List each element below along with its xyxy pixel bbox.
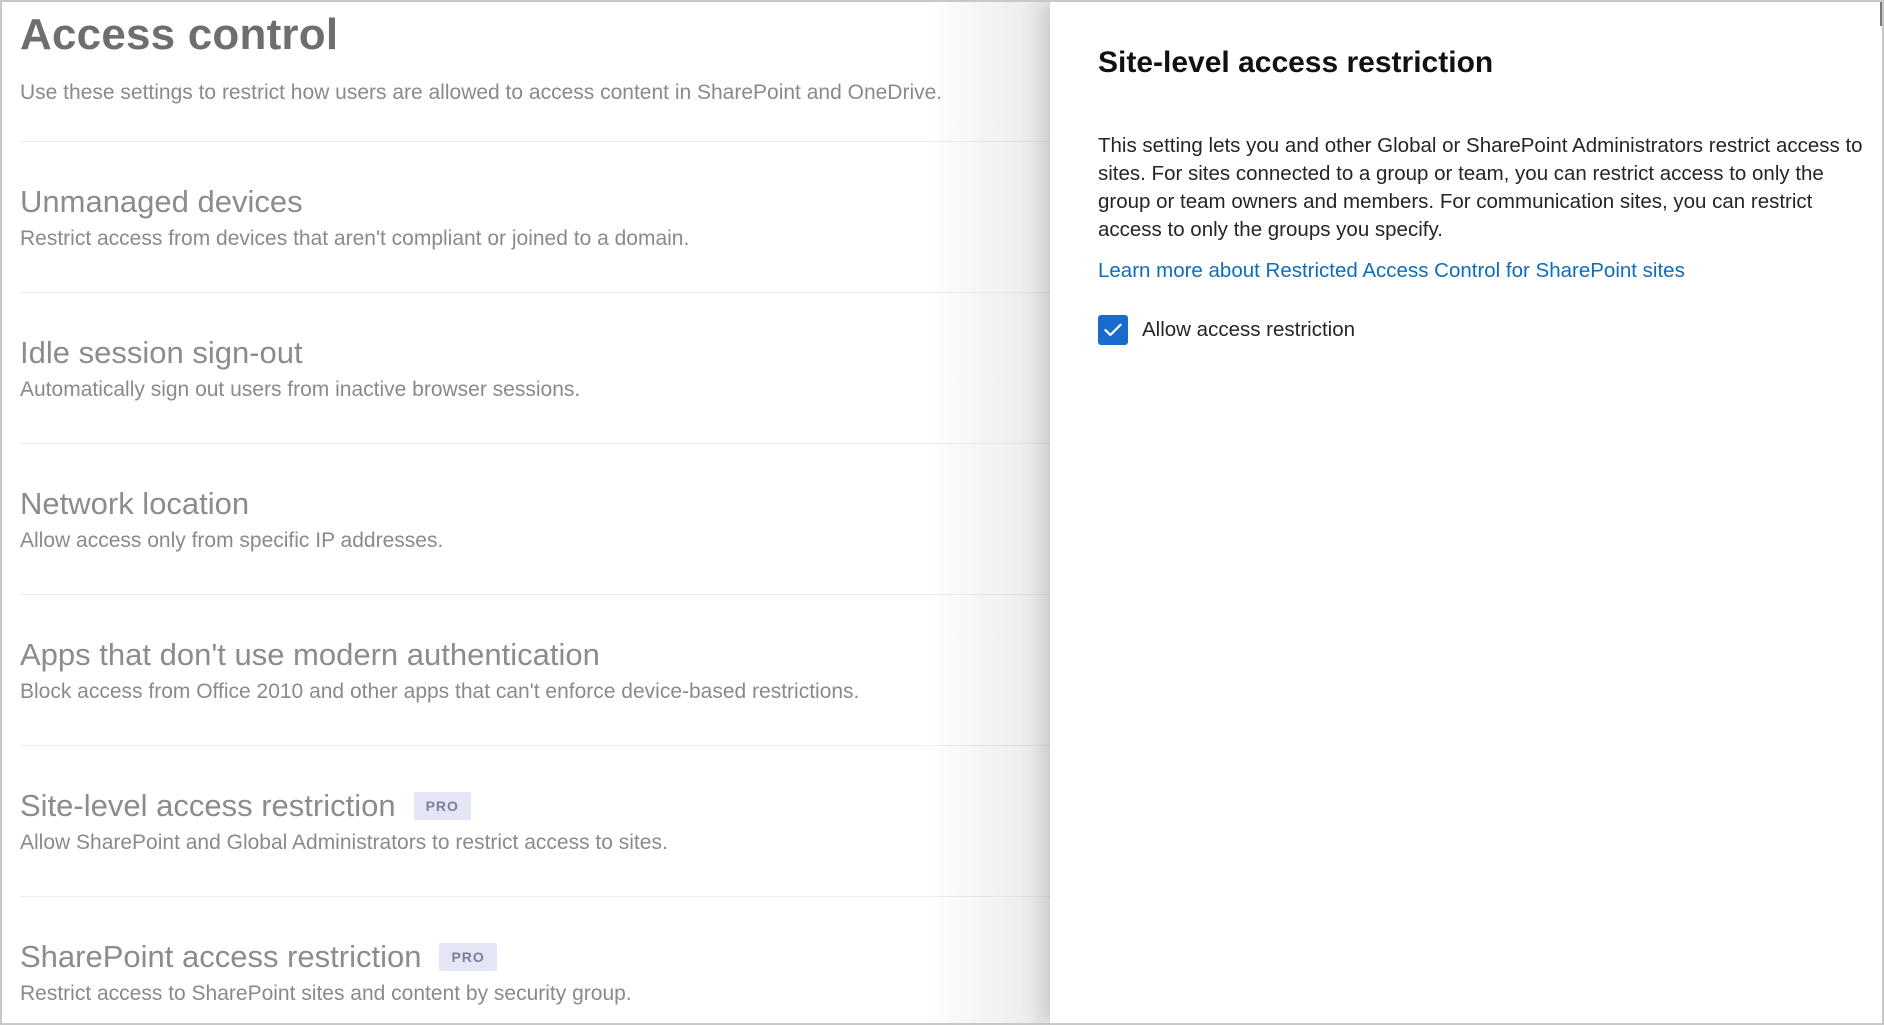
allow-access-restriction-checkbox[interactable]: Allow access restriction — [1098, 315, 1355, 345]
section-apps-modern-authentication[interactable]: Apps that don't use modern authenticatio… — [20, 594, 1052, 745]
window-frame: Access control Use these settings to res… — [0, 0, 1884, 1025]
checkmark-icon — [1104, 323, 1122, 337]
section-sharepoint-access-restriction[interactable]: SharePoint access restriction PRO Restri… — [20, 896, 1052, 1023]
panel-title: Site-level access restriction — [1098, 46, 1494, 79]
scrollbar-thumb[interactable] — [1880, 2, 1882, 26]
section-idle-session-sign-out[interactable]: Idle session sign-out Automatically sign… — [20, 292, 1052, 443]
pro-badge: PRO — [413, 792, 471, 820]
section-description: Restrict access to SharePoint sites and … — [20, 982, 632, 1005]
page-description: Use these settings to restrict how users… — [20, 81, 943, 104]
section-description: Restrict access from devices that aren't… — [20, 227, 690, 250]
pro-badge: PRO — [439, 943, 497, 971]
section-description: Automatically sign out users from inacti… — [20, 378, 581, 401]
learn-more-link[interactable]: Learn more about Restricted Access Contr… — [1098, 259, 1685, 283]
section-title: Idle session sign-out — [20, 335, 303, 370]
section-title: SharePoint access restriction PRO — [20, 939, 497, 975]
checkbox-label: Allow access restriction — [1142, 318, 1356, 341]
section-description: Block access from Office 2010 and other … — [20, 680, 860, 703]
section-title: Apps that don't use modern authenticatio… — [20, 637, 600, 672]
access-control-page: Access control Use these settings to res… — [2, 2, 1052, 1023]
section-network-location[interactable]: Network location Allow access only from … — [20, 443, 1052, 594]
checkbox-box[interactable] — [1098, 315, 1128, 345]
section-title: Network location — [20, 486, 250, 521]
section-description: Allow access only from specific IP addre… — [20, 529, 444, 552]
panel-description: This setting lets you and other Global o… — [1098, 134, 1863, 241]
page-title: Access control — [20, 10, 339, 59]
section-unmanaged-devices[interactable]: Unmanaged devices Restrict access from d… — [20, 141, 1052, 292]
side-panel: Site-level access restriction This setti… — [1050, 2, 1882, 1023]
section-title: Site-level access restriction PRO — [20, 788, 471, 824]
section-site-level-access-restriction[interactable]: Site-level access restriction PRO Allow … — [20, 745, 1052, 896]
section-title: Unmanaged devices — [20, 184, 303, 219]
section-description: Allow SharePoint and Global Administrato… — [20, 831, 668, 854]
